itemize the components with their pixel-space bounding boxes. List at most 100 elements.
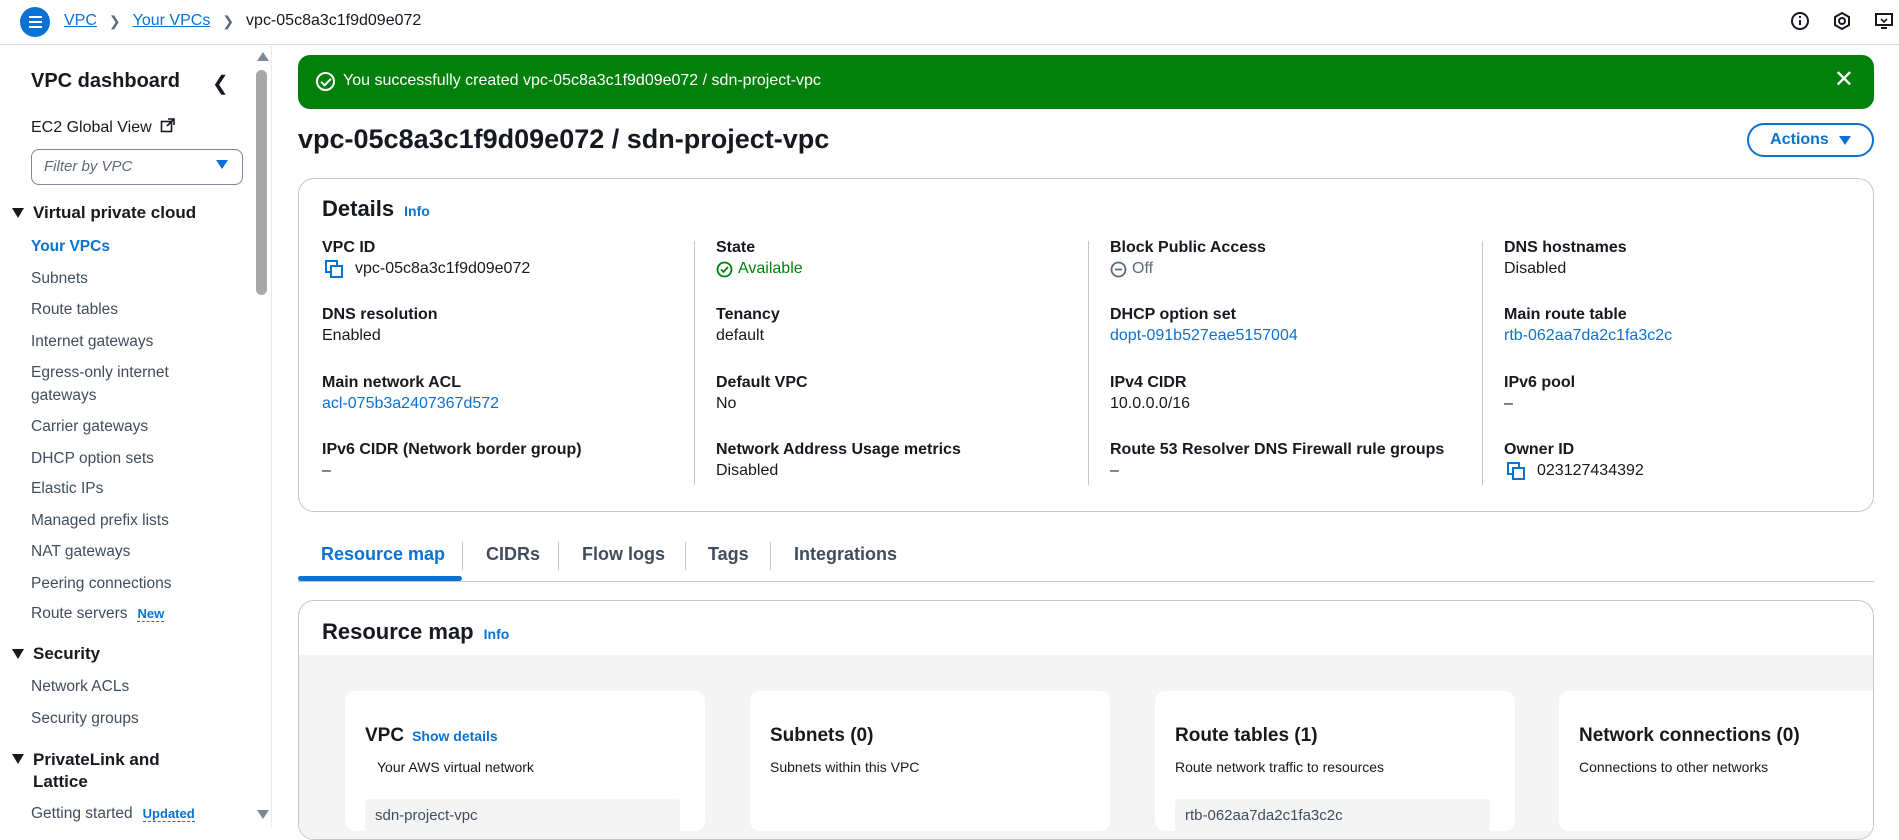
breadcrumb-current: vpc-05c8a3c1f9d09e072 xyxy=(246,12,422,29)
active-tab-indicator xyxy=(298,576,462,581)
scroll-down-icon[interactable] xyxy=(257,810,269,819)
ec2-global-view-link[interactable]: EC2 Global View xyxy=(31,118,175,137)
sidebar-item-your-vpcs[interactable]: Your VPCs xyxy=(31,235,110,258)
resource-card-subnets: Subnets (0) Subnets within this VPC xyxy=(750,691,1110,831)
column-divider xyxy=(694,241,695,485)
display-icon[interactable] xyxy=(1873,10,1895,32)
resource-route-table-item[interactable]: rtb-062aa7da2c1fa3c2c xyxy=(1175,799,1490,839)
resource-card-network-connections: Network connections (0) Connections to o… xyxy=(1559,691,1873,831)
tab-flow-logs[interactable]: Flow logs xyxy=(582,544,665,565)
scrollbar-thumb[interactable] xyxy=(256,70,267,295)
detail-network-address-usage-metrics: Network Address Usage metrics Disabled xyxy=(716,441,961,479)
breadcrumb-vpc-link[interactable]: VPC xyxy=(64,12,97,30)
collapse-sidebar-icon[interactable]: ❮ xyxy=(212,71,229,96)
sidebar-scrollbar[interactable] xyxy=(254,46,269,827)
actions-button[interactable]: Actions xyxy=(1747,123,1874,157)
sidebar-item-internet-gateways[interactable]: Internet gateways xyxy=(31,330,153,353)
sidebar-item-dhcp-option-sets[interactable]: DHCP option sets xyxy=(31,447,154,470)
top-navigation-bar: VPC ❯ Your VPCs ❯ vpc-05c8a3c1f9d09e072 xyxy=(0,0,1899,45)
resource-card-route-tables: Route tables (1) Route network traffic t… xyxy=(1155,691,1515,839)
sidebar-item-subnets[interactable]: Subnets xyxy=(31,267,88,290)
caret-down-icon xyxy=(12,649,24,659)
breadcrumb: VPC ❯ Your VPCs ❯ vpc-05c8a3c1f9d09e072 xyxy=(64,12,421,30)
detail-tenancy: Tenancy default xyxy=(716,306,780,344)
caret-down-icon xyxy=(12,754,24,764)
filter-by-vpc-select[interactable]: Filter by VPC xyxy=(31,149,243,185)
sidebar-item-nat-gateways[interactable]: NAT gateways xyxy=(31,540,130,563)
success-icon xyxy=(316,72,335,91)
resource-vpc-item[interactable]: sdn-project-vpc xyxy=(365,799,680,839)
dhcp-option-set-link[interactable]: dopt-091b527eae5157004 xyxy=(1110,327,1298,345)
resource-map-title: Resource map Info xyxy=(322,619,510,644)
chevron-right-icon: ❯ xyxy=(108,12,121,29)
section-privatelink-and-lattice[interactable]: PrivateLink and Lattice xyxy=(10,749,210,793)
sidebar-item-carrier-gateways[interactable]: Carrier gateways xyxy=(31,415,148,438)
section-virtual-private-cloud[interactable]: Virtual private cloud xyxy=(10,203,196,223)
resource-map-panel: Resource map Info VPC Show details Your AW… xyxy=(298,600,1874,840)
sidebar: VPC dashboard ❮ EC2 Global View Filter b… xyxy=(0,46,272,827)
detail-ipv6-cidr-network-border-group: IPv6 CIDR (Network border group) – xyxy=(322,441,582,479)
menu-icon[interactable] xyxy=(20,7,50,37)
sidebar-item-managed-prefix-lists[interactable]: Managed prefix lists xyxy=(31,509,169,532)
details-title: Details Info xyxy=(322,196,430,221)
tab-divider xyxy=(558,542,559,570)
stopped-status-icon xyxy=(1110,261,1127,277)
page-title: vpc-05c8a3c1f9d09e072 / sdn-project-vpc xyxy=(298,124,830,154)
tab-resource-map[interactable]: Resource map xyxy=(321,544,445,565)
tab-divider xyxy=(685,542,686,570)
sidebar-item-security-groups[interactable]: Security groups xyxy=(31,707,139,730)
detail-dns-resolution: DNS resolution Enabled xyxy=(322,306,438,344)
tab-integrations[interactable]: Integrations xyxy=(794,544,897,565)
column-divider xyxy=(1088,241,1089,485)
detail-block-public-access: Block Public Access Off xyxy=(1110,239,1266,277)
breadcrumb-your-vpcs-link[interactable]: Your VPCs xyxy=(133,12,211,30)
tab-divider xyxy=(770,542,771,570)
detail-ipv4-cidr: IPv4 CIDR 10.0.0.0/16 xyxy=(1110,374,1191,412)
details-info-link[interactable]: Info xyxy=(404,203,430,219)
detail-ipv6-pool: IPv6 pool – xyxy=(1504,374,1576,412)
resource-card-vpc: VPC Show details Your AWS virtual network… xyxy=(345,691,705,839)
main-route-table-link[interactable]: rtb-062aa7da2c1fa3c2c xyxy=(1504,327,1672,345)
detail-vpc-id: VPC ID vpc-05c8a3c1f9d09e072 xyxy=(322,239,531,278)
main-network-acl-link[interactable]: acl-075b3a2407367d572 xyxy=(322,395,499,413)
detail-owner-id: Owner ID 023127434392 xyxy=(1504,441,1644,480)
success-status-icon xyxy=(716,261,733,277)
copy-icon[interactable] xyxy=(1507,462,1525,480)
chevron-right-icon: ❯ xyxy=(222,12,235,29)
sidebar-item-route-servers[interactable]: Route servers New xyxy=(31,602,165,625)
info-icon[interactable] xyxy=(1789,10,1811,32)
tab-bar: Resource map CIDRs Flow logs Tags Integr… xyxy=(298,534,1874,582)
section-security[interactable]: Security xyxy=(10,644,100,664)
sidebar-item-getting-started[interactable]: Getting started Updated xyxy=(31,802,195,825)
sidebar-item-route-tables[interactable]: Route tables xyxy=(31,298,118,321)
sidebar-item-network-acls[interactable]: Network ACLs xyxy=(31,675,129,698)
flash-message: You successfully created vpc-05c8a3c1f9d… xyxy=(343,72,821,89)
show-details-link[interactable]: Show details xyxy=(412,728,498,744)
detail-dhcp-option-set: DHCP option set dopt-091b527eae5157004 xyxy=(1110,306,1298,345)
details-panel: Details Info VPC ID vpc-05c8a3c1f9d09e072… xyxy=(298,178,1874,512)
resource-map-canvas: VPC Show details Your AWS virtual network… xyxy=(299,655,1873,839)
settings-icon[interactable] xyxy=(1831,10,1853,32)
new-badge: New xyxy=(137,606,165,622)
sidebar-item-peering-connections[interactable]: Peering connections xyxy=(31,572,171,595)
scroll-up-icon[interactable] xyxy=(257,52,269,61)
updated-badge: Updated xyxy=(142,806,195,822)
resource-map-info-link[interactable]: Info xyxy=(484,626,510,642)
detail-route53-resolver-dns-firewall: Route 53 Resolver DNS Firewall rule grou… xyxy=(1110,441,1445,479)
caret-down-icon xyxy=(216,160,228,169)
external-link-icon xyxy=(160,118,175,133)
caret-down-icon xyxy=(1838,135,1851,145)
copy-icon[interactable] xyxy=(325,260,343,278)
detail-main-network-acl: Main network ACL acl-075b3a2407367d572 xyxy=(322,374,500,413)
column-divider xyxy=(1482,241,1483,485)
detail-main-route-table: Main route table rtb-062aa7da2c1fa3c2c xyxy=(1504,306,1673,345)
tab-cidrs[interactable]: CIDRs xyxy=(486,544,540,565)
detail-state: State Available xyxy=(716,239,803,277)
tab-tags[interactable]: Tags xyxy=(708,544,749,565)
sidebar-item-egress-only-internet-gateways[interactable]: Egress-only internet gateways xyxy=(31,361,201,407)
caret-down-icon xyxy=(12,208,24,218)
close-icon[interactable]: ✕ xyxy=(1834,68,1854,92)
sidebar-item-elastic-ips[interactable]: Elastic IPs xyxy=(31,477,103,500)
detail-default-vpc: Default VPC No xyxy=(716,374,808,412)
detail-dns-hostnames: DNS hostnames Disabled xyxy=(1504,239,1627,277)
